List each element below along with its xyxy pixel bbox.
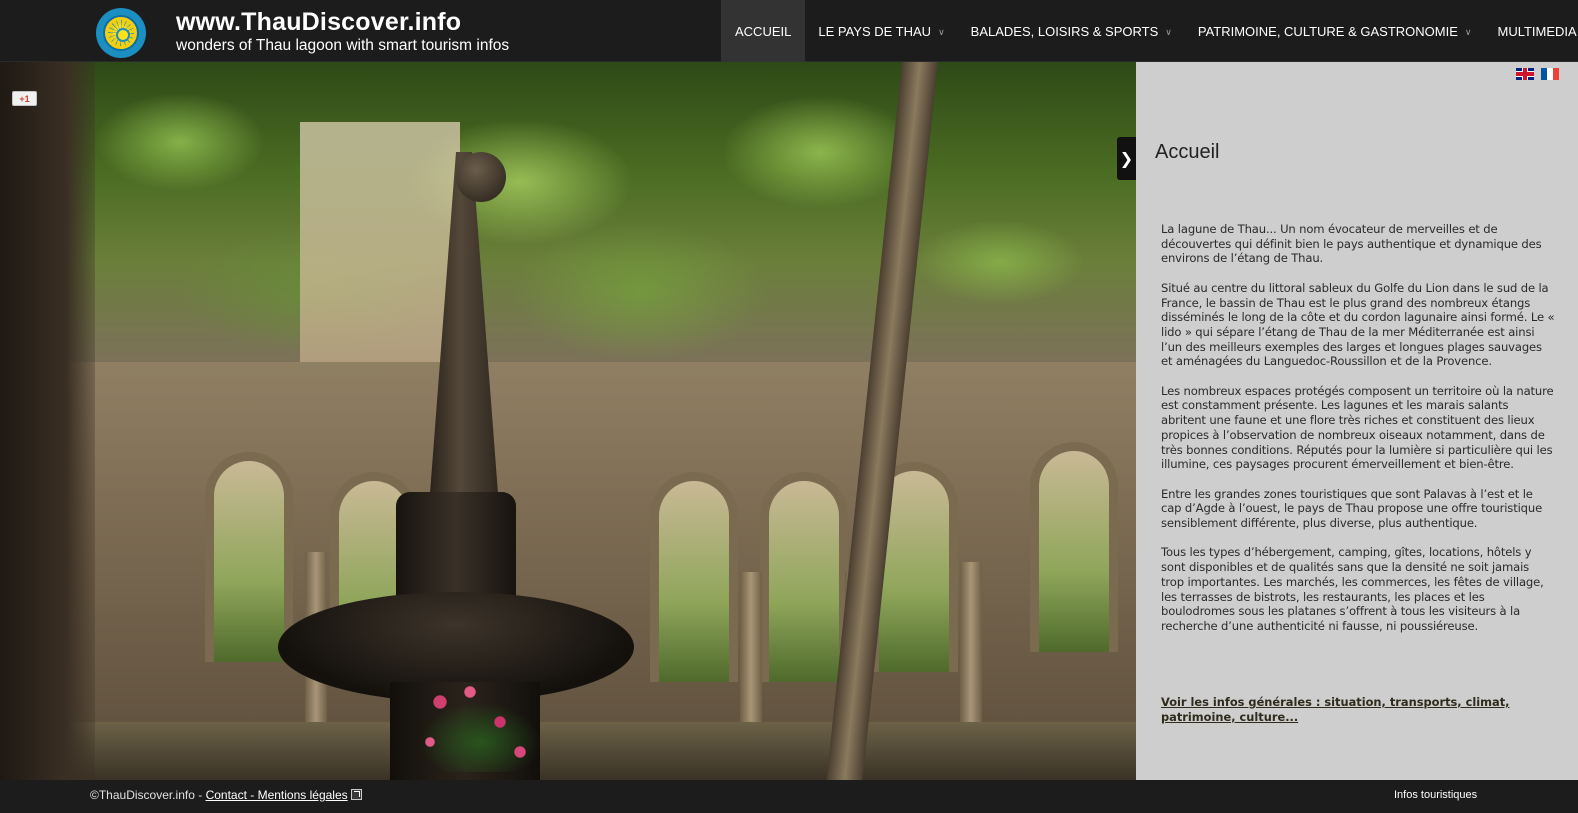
photo-flowers [410, 682, 550, 772]
site-header: www.ThauDiscover.info wonders of Thau la… [0, 0, 1578, 62]
nav-item-label: ACCUEIL [735, 23, 792, 39]
photo-fountain-finial [456, 152, 506, 202]
sun-wheel-logo-icon[interactable] [96, 8, 146, 58]
nav-item-label: BALADES, LOISIRS & SPORTS [970, 23, 1159, 39]
main-nav: ACCUEIL LE PAYS DE THAU ∨ BALADES, LOISI… [721, 0, 1578, 62]
paragraph: Les nombreux espaces protégés composent … [1161, 383, 1554, 472]
chevron-down-icon: ∨ [1464, 26, 1472, 37]
chevron-right-icon: ❯ [1119, 149, 1134, 168]
nav-item-accueil[interactable]: ACCUEIL [721, 0, 806, 62]
paragraph: Situé au centre du littoral sableux du G… [1161, 280, 1555, 369]
gplus-label: +1 [19, 93, 30, 104]
photo-arch [205, 452, 293, 662]
nav-item-pays-de-thau[interactable]: LE PAYS DE THAU ∨ [805, 0, 957, 62]
hero-background-photo [0, 62, 1136, 780]
copyright-text: ©ThauDiscover.info - [90, 788, 206, 802]
general-info-link[interactable]: Voir les infos générales : situation, tr… [1161, 695, 1551, 724]
google-plus-button[interactable]: +1 [12, 91, 37, 106]
photo-arch [650, 472, 738, 682]
paragraph: Tous les types d’hébergement, camping, g… [1161, 545, 1544, 633]
photo-cloister-wall [0, 362, 1136, 780]
chevron-down-icon: ∨ [1165, 26, 1172, 37]
photo-ground [0, 722, 1136, 780]
site-title[interactable]: www.ThauDiscover.info [176, 8, 461, 37]
nav-item-label: LE PAYS DE THAU [818, 23, 932, 39]
photo-foliage [0, 62, 1136, 362]
page: www.ThauDiscover.info wonders of Thau la… [0, 0, 1578, 813]
logo-wheel [103, 15, 139, 51]
chevron-down-icon: ∨ [938, 26, 945, 37]
french-flag-icon[interactable] [1541, 68, 1559, 80]
nav-item-patrimoine[interactable]: PATRIMOINE, CULTURE & GASTRONOMIE ∨ [1185, 0, 1485, 62]
site-footer: ©ThauDiscover.info - Contact - Mentions … [0, 780, 1578, 813]
photo-arch [1030, 442, 1118, 652]
photo-arch [760, 472, 848, 682]
page-title: Accueil [1155, 141, 1220, 163]
panel-body-text: La lagune de Thau... Un nom évocateur de… [1161, 222, 1555, 648]
photo-left-wall [0, 62, 95, 780]
paragraph: La lagune de Thau... Un nom évocateur de… [1161, 222, 1542, 266]
nav-item-label: PATRIMOINE, CULTURE & GASTRONOMIE [1197, 23, 1458, 39]
footer-copyright: ©ThauDiscover.info - Contact - Mentions … [90, 788, 362, 802]
site-tagline: wonders of Thau lagoon with smart touris… [176, 37, 510, 54]
photo-building [300, 122, 460, 362]
panel-toggle-button[interactable]: ❯ [1117, 137, 1136, 180]
contact-legal-link[interactable]: Contact - Mentions légales [206, 788, 348, 802]
nav-item-balades[interactable]: BALADES, LOISIRS & SPORTS ∨ [958, 0, 1185, 62]
tourist-info-link[interactable]: Infos touristiques [1394, 789, 1477, 801]
nav-item-multimedia[interactable]: MULTIMEDIA ∨ [1484, 0, 1578, 62]
external-link-icon[interactable] [350, 789, 362, 800]
nav-item-label: MULTIMEDIA [1497, 23, 1577, 39]
paragraph: Entre les grandes zones touristiques que… [1161, 486, 1543, 531]
uk-flag-icon[interactable] [1516, 68, 1534, 80]
